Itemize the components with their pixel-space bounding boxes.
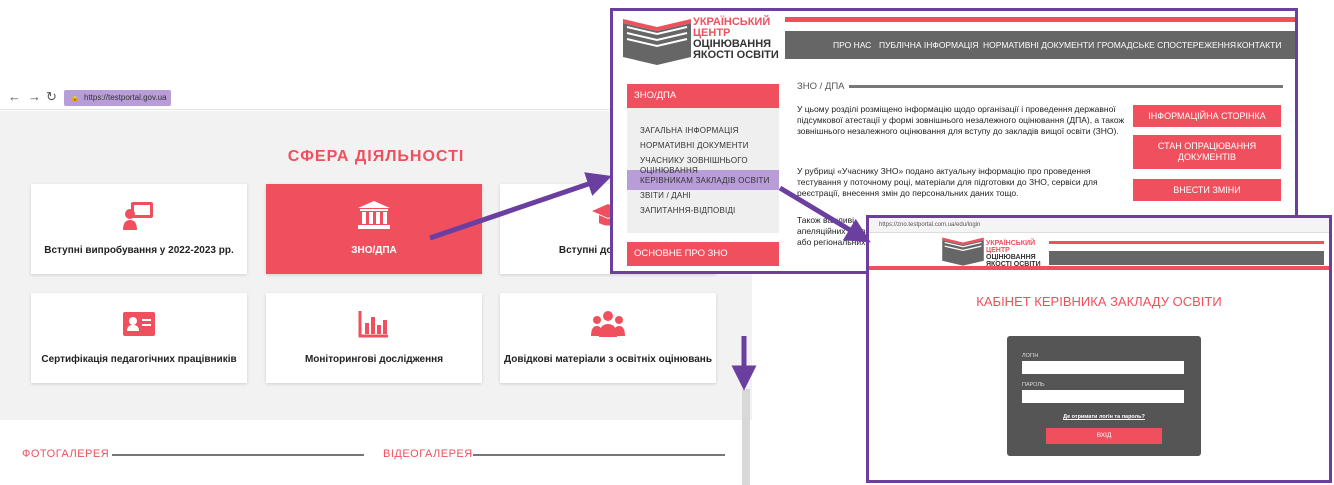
password-label: ПАРОЛЬ (1022, 382, 1045, 388)
password-input[interactable] (1022, 390, 1184, 403)
sidebar-item-participant[interactable]: УЧАСНИКУ ЗОВНІШНЬОГО (640, 156, 748, 165)
sidebar-item-normative-docs[interactable]: НОРМАТИВНІ ДОКУМЕНТИ (640, 141, 749, 150)
sidebar-footer-link[interactable]: ОСНОВНЕ ПРО ЗНО (627, 242, 779, 266)
logo-book-icon (623, 19, 691, 65)
logo-line: ЦЕНТР (986, 247, 1010, 254)
card-monitoring-research[interactable]: Моніторингові дослідження (266, 293, 482, 383)
card-teacher-certification[interactable]: Сертифікація педагогічних працівників (31, 293, 247, 383)
sidebar-item-general-info[interactable]: ЗАГАЛЬНА ІНФОРМАЦІЯ (640, 126, 739, 135)
menu-public-info[interactable]: ПУБЛІЧНА ІНФОРМАЦІЯ (879, 40, 979, 50)
url-text: https://zno.testportal.com.ua/edu/login (879, 222, 981, 228)
sidebar-item-participant-cont[interactable]: ОЦІНЮВАННЯ (640, 166, 698, 175)
make-changes-button[interactable]: ВНЕСТИ ЗМІНИ (1133, 179, 1281, 201)
logo-line: УКРАЇНСЬКИЙ (986, 240, 1036, 247)
bar-chart-icon (358, 311, 388, 338)
paragraph: У цьому розділі розміщено інформацію щод… (797, 104, 1125, 136)
menu-contacts[interactable]: КОНТАКТИ (1237, 40, 1281, 50)
url-text: https://testportal.gov.ua (83, 93, 167, 102)
logo-line: ОЦІНЮВАННЯ (986, 254, 1036, 261)
card-zno-dpa[interactable]: ЗНО/ДПА (266, 184, 482, 274)
logo-book-icon (942, 237, 984, 266)
logo-line: ЯКОСТІ ОСВІТИ (693, 49, 779, 61)
card-label: Моніторингові дослідження (304, 354, 444, 365)
card-reference-materials[interactable]: Довідкові матеріали з освітніх оцінювань (500, 293, 716, 383)
video-gallery-link[interactable]: ВІДЕОГАЛЕРЕЯ (383, 448, 473, 460)
header-red-underline (869, 266, 1329, 270)
menu-public-observation[interactable]: ГРОМАДСЬКЕ СПОСТЕРЕЖЕННЯ (1097, 40, 1236, 50)
people-group-icon (591, 311, 625, 337)
info-page-button[interactable]: ІНФОРМАЦІЙНА СТОРІНКА (1133, 105, 1281, 127)
login-input[interactable] (1022, 361, 1184, 374)
card-label: Вступні випробування у 2022-2023 рр. (44, 245, 234, 256)
forgot-credentials-link[interactable]: Де отримати логін та пароль? (1007, 414, 1201, 420)
header-red-stripe (785, 17, 1295, 22)
sidebar-header[interactable]: ЗНО/ДПА (627, 84, 779, 108)
menu-normative-docs[interactable]: НОРМАТИВНІ ДОКУМЕНТИ (983, 40, 1094, 50)
document-status-button[interactable]: СТАН ОПРАЦЮВАННЯ ДОКУМЕНТІВ (1133, 135, 1281, 169)
sidebar-list: ЗАГАЛЬНА ІНФОРМАЦІЯ НОРМАТИВНІ ДОКУМЕНТИ… (627, 108, 779, 233)
header-grey-bar (1049, 251, 1324, 265)
sidebar-item-reports[interactable]: ЗВІТИ / ДАНІ (640, 191, 691, 200)
id-card-icon (123, 312, 155, 336)
card-entrance-tests[interactable]: Вступні випробування у 2022-2023 рр. (31, 184, 247, 274)
divider-line (473, 454, 725, 456)
scrollbar[interactable] (742, 389, 750, 485)
lock-icon: 🔒 (70, 93, 80, 102)
login-window: https://zno.testportal.com.ua/edu/login … (866, 215, 1332, 483)
teacher-board-icon (123, 202, 153, 230)
login-form: ЛОГІН ПАРОЛЬ Де отримати логін та пароль… (1007, 336, 1201, 456)
login-button[interactable]: ВХІД (1046, 428, 1162, 444)
institution-icon (358, 201, 390, 229)
paragraph: У рубриці «Учаснику ЗНО» подано актуальн… (797, 166, 1098, 198)
forward-icon[interactable]: → (28, 89, 41, 104)
header-red-stripe (1049, 241, 1324, 244)
card-label: Сертифікація педагогічних працівників (41, 354, 237, 365)
sidebar-item-school-heads[interactable]: КЕРІВНИКАМ ЗАКЛАДІВ ОСВІТИ (640, 176, 770, 185)
logo-line: ЯКОСТІ ОСВІТИ (986, 261, 1041, 268)
title-underline (849, 85, 1283, 88)
login-label: ЛОГІН (1022, 353, 1039, 359)
divider-line (112, 454, 364, 456)
reload-icon[interactable]: ↻ (46, 89, 57, 105)
photo-gallery-link[interactable]: ФОТОГАЛЕРЕЯ (22, 448, 109, 460)
content-title: ЗНО / ДПА (797, 81, 845, 92)
menu-about[interactable]: ПРО НАС (833, 40, 871, 50)
login-address-bar[interactable]: https://zno.testportal.com.ua/edu/login (869, 218, 1329, 233)
page-title: КАБІНЕТ КЕРІВНИКА ЗАКЛАДУ ОСВІТИ (976, 294, 1222, 309)
back-icon[interactable]: ← (8, 89, 21, 104)
card-label: ЗНО/ДПА (351, 245, 397, 256)
card-label: Довідкові матеріали з освітніх оцінювань (504, 354, 712, 365)
address-bar[interactable]: 🔒 https://testportal.gov.ua (64, 90, 171, 106)
sidebar-item-faq[interactable]: ЗАПИТАННЯ-ВІДПОВІДІ (640, 206, 735, 215)
